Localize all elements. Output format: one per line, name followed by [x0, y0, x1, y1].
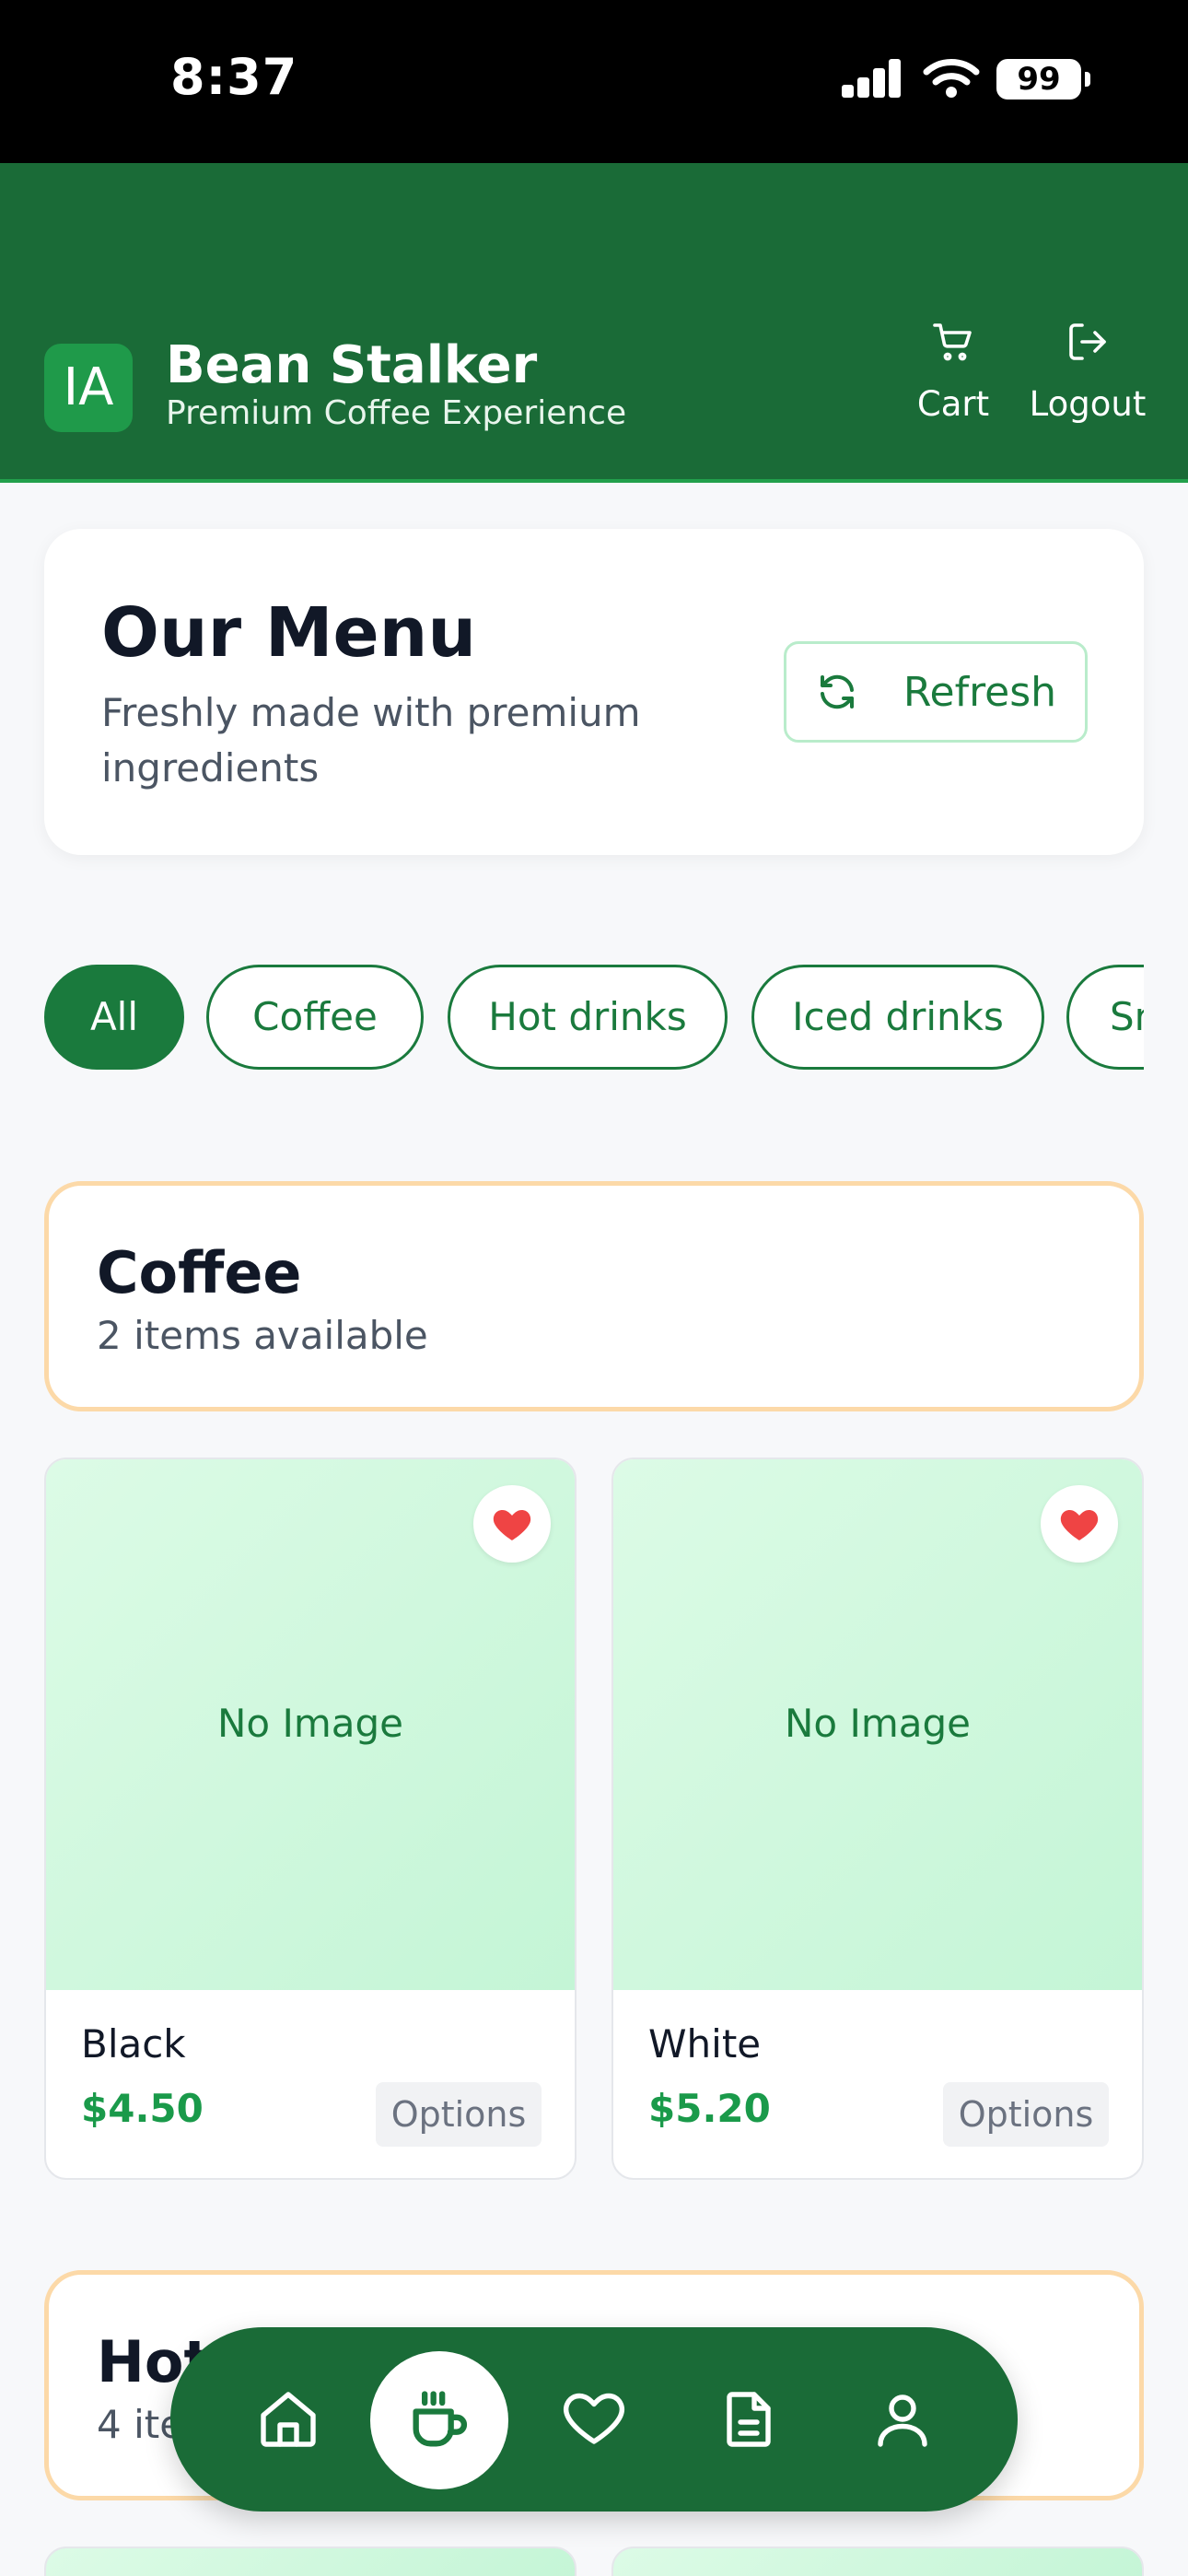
logout-icon — [1069, 323, 1106, 360]
refresh-icon — [820, 674, 854, 709]
app-subtitle: Premium Coffee Experience — [166, 394, 627, 432]
nav-menu[interactable] — [370, 2351, 508, 2489]
page-subtitle: Freshly made with premium ingredients — [101, 690, 641, 790]
options-button[interactable]: Options — [376, 2082, 542, 2147]
options-button[interactable]: Options — [943, 2082, 1109, 2147]
refresh-label: Refresh — [903, 668, 1057, 716]
category-title: Coffee — [97, 1239, 302, 1306]
chip-hot-drinks[interactable]: Hot drinks — [448, 965, 728, 1070]
battery-indicator: 99 — [996, 59, 1090, 100]
product-card-peek[interactable] — [611, 2547, 1144, 2576]
nav-orders[interactable] — [703, 2373, 795, 2465]
status-time: 8:37 — [170, 48, 298, 106]
app-header: IA Bean Stalker Premium Coffee Experienc… — [0, 163, 1188, 483]
menu-header-card: Our Menu Freshly made with premium ingre… — [44, 529, 1144, 855]
heart-icon — [1060, 1510, 1099, 1540]
cart-label: Cart — [916, 384, 990, 424]
logout-button[interactable]: Logout — [1024, 320, 1151, 449]
user-icon — [878, 2395, 927, 2447]
app-logo: IA — [44, 344, 133, 432]
heart-icon — [493, 1510, 531, 1540]
favorite-button[interactable] — [1041, 1485, 1118, 1563]
product-card-peek[interactable] — [44, 2547, 577, 2576]
nav-home[interactable] — [242, 2373, 334, 2465]
nav-favorites[interactable] — [548, 2373, 640, 2465]
category-filter-chips: All Coffee Hot drinks Iced drinks Sn — [44, 965, 1144, 1071]
wifi-icon — [923, 59, 980, 98]
bottom-navigation — [170, 2327, 1018, 2512]
category-header-coffee: Coffee 2 items available — [44, 1181, 1144, 1411]
chip-coffee[interactable]: Coffee — [206, 965, 424, 1070]
cart-icon — [933, 323, 972, 361]
favorite-button[interactable] — [473, 1485, 551, 1563]
chip-snacks[interactable]: Sn — [1066, 965, 1144, 1070]
product-name: White — [648, 2021, 762, 2067]
no-image-text: No Image — [216, 1701, 403, 1746]
heart-icon — [564, 2393, 624, 2444]
page-title: Our Menu — [101, 593, 477, 673]
chip-iced-drinks[interactable]: Iced drinks — [751, 965, 1044, 1070]
app-title: Bean Stalker — [166, 335, 538, 395]
coffee-cup-icon — [413, 2391, 468, 2447]
signal-icon — [842, 57, 903, 98]
cart-button[interactable]: Cart — [907, 320, 999, 449]
product-card-white[interactable]: No Image White $5.20 Options — [611, 1458, 1144, 2180]
product-card-black[interactable]: No Image Black $4.50 Options — [44, 1458, 577, 2180]
nav-profile[interactable] — [856, 2373, 949, 2465]
product-price: $5.20 — [648, 2086, 771, 2131]
product-name: Black — [81, 2021, 186, 2067]
no-image-text: No Image — [784, 1701, 971, 1746]
status-bar: 8:37 99 — [0, 0, 1188, 163]
chip-all[interactable]: All — [44, 965, 184, 1070]
home-icon — [261, 2392, 316, 2447]
refresh-button[interactable]: Refresh — [784, 641, 1088, 743]
document-icon — [727, 2392, 771, 2447]
category-count: 2 items available — [97, 1313, 428, 1358]
product-price: $4.50 — [81, 2086, 204, 2131]
logout-label: Logout — [1029, 384, 1147, 424]
